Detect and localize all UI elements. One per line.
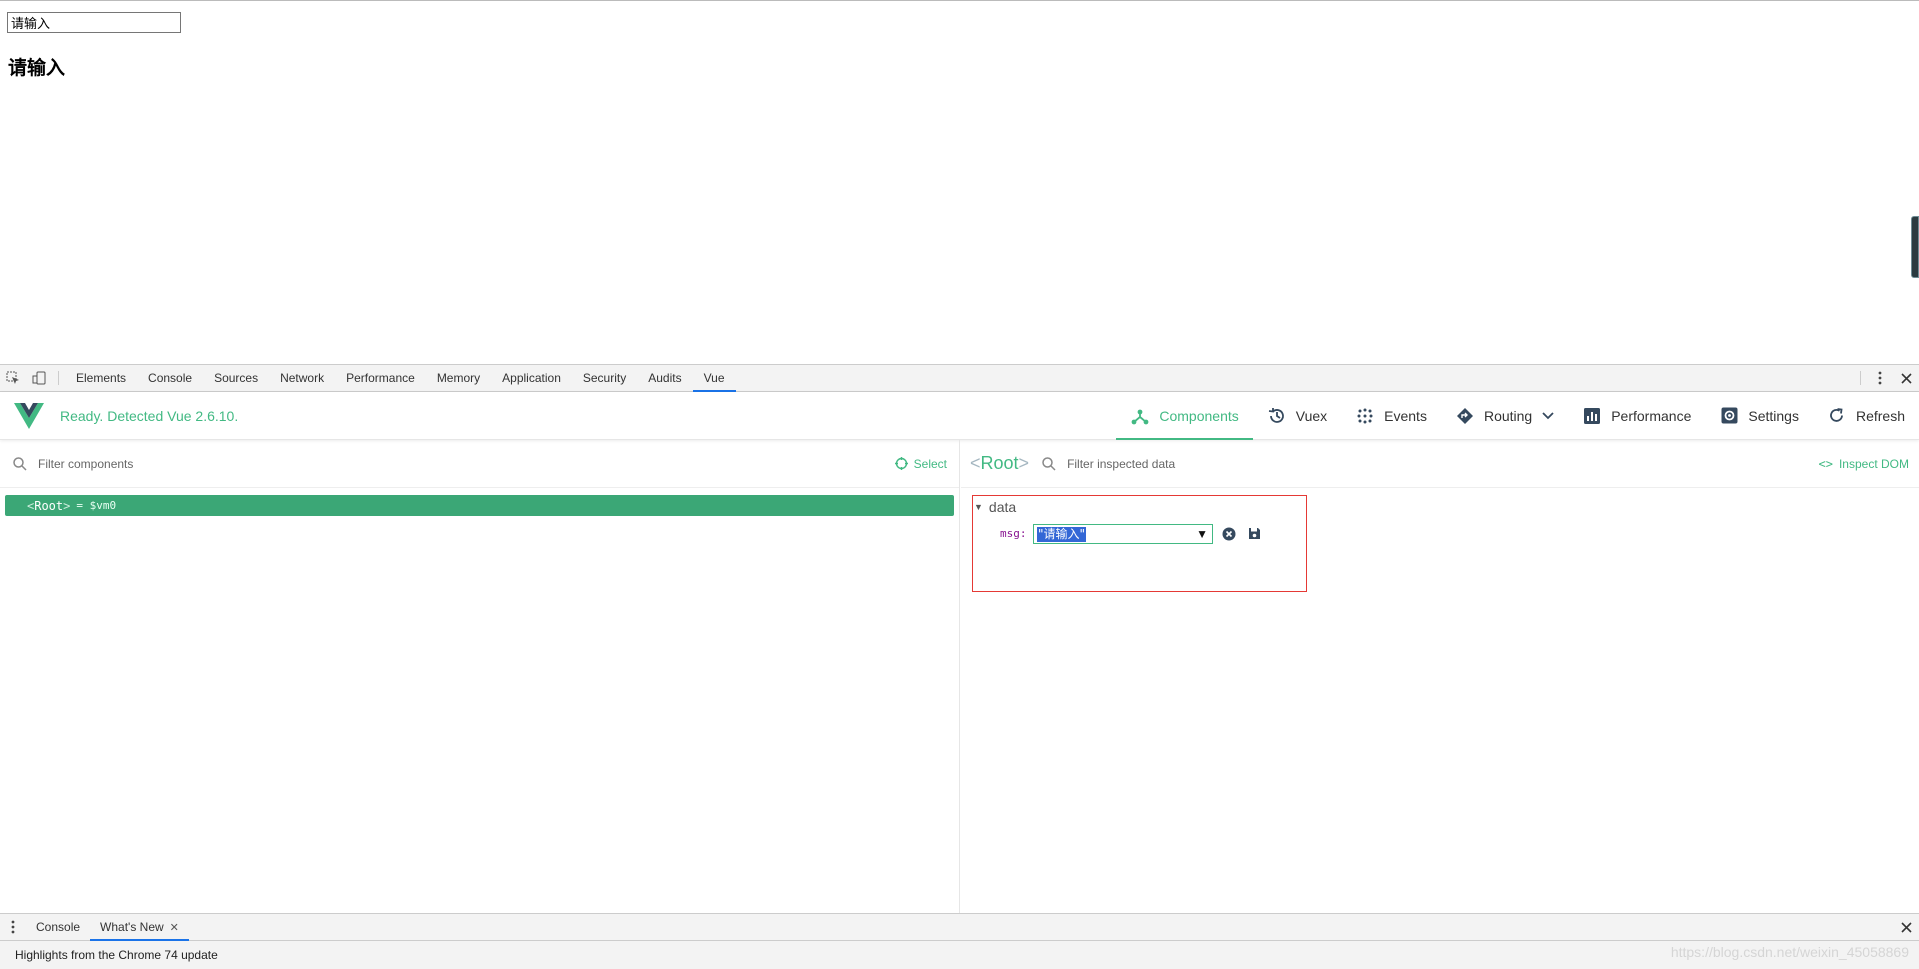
cancel-edit-icon[interactable] bbox=[1221, 526, 1236, 541]
nav-components[interactable]: Components bbox=[1116, 392, 1254, 440]
routing-icon bbox=[1455, 406, 1475, 426]
nav-performance[interactable]: Performance bbox=[1568, 392, 1705, 440]
history-icon bbox=[1267, 406, 1287, 426]
tab-audits[interactable]: Audits bbox=[637, 365, 692, 391]
gear-icon bbox=[1719, 406, 1739, 426]
divider bbox=[58, 371, 59, 385]
components-icon bbox=[1130, 406, 1150, 426]
devtools-tabbar: Elements Console Sources Network Perform… bbox=[0, 364, 1919, 392]
events-icon bbox=[1355, 406, 1375, 426]
page-text-input[interactable] bbox=[7, 12, 181, 33]
kebab-menu-icon[interactable] bbox=[1867, 365, 1893, 391]
filter-components-row: Filter components Select bbox=[0, 440, 959, 488]
data-value-selection: "请输入" bbox=[1037, 526, 1087, 542]
title-bracket-open: < bbox=[970, 453, 981, 473]
nav-settings-label: Settings bbox=[1748, 407, 1799, 424]
tree-component-name: Root bbox=[34, 498, 64, 513]
vue-nav: Components Vuex Events Routing Performan… bbox=[1116, 392, 1919, 440]
components-pane: Filter components Select < Root > = $vm0 bbox=[0, 440, 960, 913]
tab-console[interactable]: Console bbox=[137, 365, 203, 391]
caret-down-icon[interactable]: ▼ bbox=[1196, 527, 1208, 541]
save-icon[interactable] bbox=[1247, 526, 1262, 541]
nav-events[interactable]: Events bbox=[1341, 392, 1441, 440]
inspect-dom-label: Inspect DOM bbox=[1838, 456, 1909, 471]
tab-elements[interactable]: Elements bbox=[65, 365, 137, 391]
data-key: msg: bbox=[1000, 527, 1027, 540]
tab-network[interactable]: Network bbox=[269, 365, 335, 391]
nav-vuex[interactable]: Vuex bbox=[1253, 392, 1341, 440]
vue-logo-icon bbox=[14, 402, 44, 429]
close-drawer-icon[interactable] bbox=[1893, 914, 1919, 940]
nav-routing-label: Routing bbox=[1483, 407, 1533, 424]
inspect-element-icon[interactable] bbox=[0, 365, 26, 391]
tree-row-root[interactable]: < Root > = $vm0 bbox=[5, 495, 954, 516]
inspect-dom-button[interactable]: <> Inspect DOM bbox=[1819, 457, 1909, 471]
watermark: https://blog.csdn.net/weixin_45058869 bbox=[1670, 944, 1909, 960]
tree-bracket-close: > bbox=[63, 498, 71, 513]
tab-vue[interactable]: Vue bbox=[692, 365, 736, 392]
nav-routing[interactable]: Routing bbox=[1441, 392, 1568, 440]
nav-vuex-label: Vuex bbox=[1295, 407, 1328, 424]
bar-chart-icon bbox=[1582, 406, 1602, 426]
scroll-handle[interactable] bbox=[1911, 216, 1919, 278]
refresh-icon bbox=[1827, 406, 1847, 426]
title-name: Root bbox=[980, 453, 1019, 473]
search-icon bbox=[1042, 456, 1056, 471]
vue-devtools-header: Ready. Detected Vue 2.6.10. Components V… bbox=[0, 392, 1919, 440]
select-component-button[interactable]: Select bbox=[894, 456, 947, 471]
tree-vm-ref: = $vm0 bbox=[76, 499, 117, 512]
filter-inspected-input[interactable]: Filter inspected data bbox=[1067, 457, 1175, 471]
device-toolbar-icon[interactable] bbox=[26, 365, 52, 391]
drawer-tabbar: Console What's New ✕ bbox=[0, 913, 1919, 941]
drawer-menu-icon[interactable] bbox=[0, 914, 26, 940]
tree-bracket-open: < bbox=[27, 498, 35, 513]
filter-components-input[interactable]: Filter components bbox=[38, 457, 133, 471]
tab-security[interactable]: Security bbox=[572, 365, 637, 391]
data-section-label: data bbox=[988, 499, 1017, 515]
select-label: Select bbox=[913, 456, 947, 471]
nav-performance-label: Performance bbox=[1611, 407, 1692, 424]
divider bbox=[1860, 371, 1861, 385]
inspector-header: <Root> Filter inspected data <> Inspect … bbox=[961, 440, 1919, 488]
title-bracket-close: > bbox=[1018, 453, 1030, 473]
screen: 请输入 Elements Console Sources Network Per… bbox=[0, 0, 1919, 969]
close-tab-icon[interactable]: ✕ bbox=[170, 921, 179, 934]
nav-refresh[interactable]: Refresh bbox=[1813, 392, 1919, 440]
search-icon bbox=[13, 456, 27, 471]
inspector-pane: <Root> Filter inspected data <> Inspect … bbox=[961, 440, 1919, 913]
vue-status: Ready. Detected Vue 2.6.10. bbox=[60, 407, 239, 424]
chevron-down-icon bbox=[1542, 411, 1554, 420]
drawer-tab-console[interactable]: Console bbox=[26, 914, 90, 940]
nav-refresh-label: Refresh bbox=[1855, 407, 1905, 424]
page-viewport: 请输入 bbox=[0, 0, 1919, 364]
tab-performance[interactable]: Performance bbox=[335, 365, 426, 391]
tab-sources[interactable]: Sources bbox=[203, 365, 269, 391]
page-heading: 请输入 bbox=[8, 57, 66, 79]
whats-new-content: Highlights from the Chrome 74 update bbox=[0, 941, 1919, 969]
drawer-tab-whats-new-label: What's New bbox=[100, 920, 164, 934]
data-section-toggle[interactable]: ▼ data bbox=[974, 499, 1016, 515]
nav-settings[interactable]: Settings bbox=[1705, 392, 1813, 440]
nav-events-label: Events bbox=[1384, 407, 1427, 424]
tab-application[interactable]: Application bbox=[491, 365, 572, 391]
nav-components-label: Components bbox=[1159, 407, 1239, 424]
inspected-component-title: <Root> bbox=[970, 453, 1029, 474]
drawer-tab-whats-new[interactable]: What's New ✕ bbox=[90, 914, 189, 941]
data-value-editor[interactable]: "请输入" ▼ bbox=[1033, 524, 1213, 544]
code-icon: <> bbox=[1818, 456, 1833, 471]
tab-memory[interactable]: Memory bbox=[426, 365, 491, 391]
target-icon bbox=[894, 457, 908, 470]
close-icon[interactable] bbox=[1893, 365, 1919, 391]
caret-down-icon: ▼ bbox=[974, 502, 983, 512]
